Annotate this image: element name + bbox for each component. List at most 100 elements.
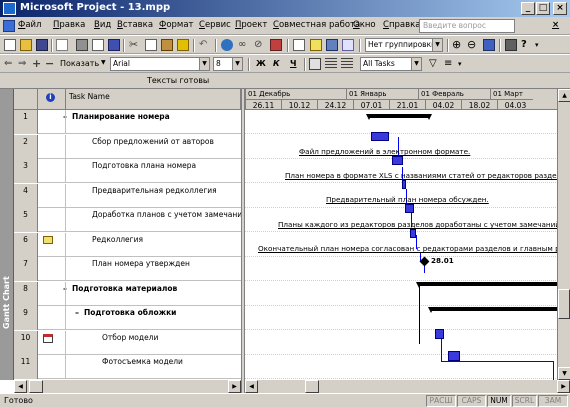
scroll-thumb[interactable] <box>558 289 570 319</box>
row-id[interactable]: 1 <box>14 110 38 134</box>
menu-file[interactable]: Файл <box>18 20 42 30</box>
paste-icon[interactable] <box>161 39 173 51</box>
task-bar[interactable] <box>371 132 389 141</box>
print-preview-icon[interactable] <box>92 39 104 51</box>
table-row[interactable]: 3 Подготовка плана номера <box>14 159 241 183</box>
task-name[interactable]: Предварительная редколлегия <box>92 186 217 195</box>
align-center-icon[interactable] <box>325 58 337 70</box>
row-id[interactable]: 7 <box>14 257 38 281</box>
gantt-wizard-icon[interactable]: ≡ <box>444 58 456 70</box>
entry-field[interactable]: Тексты готовы <box>143 75 568 87</box>
font-size-select[interactable]: 8 ▼ <box>213 57 243 71</box>
table-row[interactable]: 11 Фотосъемка модели <box>14 355 241 379</box>
table-row[interactable]: –8 Подготовка материалов <box>14 281 241 306</box>
bold-button[interactable]: Ж <box>256 59 266 68</box>
italic-button[interactable]: К <box>273 59 280 68</box>
timescale[interactable]: 01 Декабрь 01 Январь 01 Февраль 01 Март … <box>245 89 570 110</box>
row-id[interactable]: 2 <box>14 134 38 159</box>
assign-resources-icon[interactable] <box>326 39 338 51</box>
outdent-icon[interactable]: ⇐ <box>4 58 16 70</box>
menu-view[interactable]: Вид <box>94 20 111 30</box>
maximize-button[interactable]: □ <box>536 2 550 15</box>
toolbar-options-icon[interactable]: ▾ <box>535 39 547 51</box>
save-icon[interactable] <box>36 39 48 51</box>
close-button[interactable]: × <box>553 2 567 15</box>
help-question-input[interactable]: Введите вопрос <box>419 19 515 33</box>
scroll-thumb[interactable] <box>305 380 319 393</box>
indicators-header[interactable]: i <box>38 89 66 110</box>
hyperlink-icon[interactable] <box>221 39 233 51</box>
task-name[interactable]: План номера утвержден <box>92 259 190 268</box>
copy-wizard-icon[interactable] <box>505 39 517 51</box>
row-id[interactable]: 3 <box>14 159 38 183</box>
task-bar[interactable] <box>435 329 444 339</box>
task-name[interactable]: Сбор предложений от авторов <box>92 137 214 146</box>
table-row[interactable]: 10 Отбор модели <box>14 330 241 355</box>
task-bar[interactable] <box>392 156 403 165</box>
scroll-right-icon[interactable]: ▶ <box>557 380 570 393</box>
task-name[interactable]: Подготовка материалов <box>72 284 177 293</box>
table-row[interactable]: – 9 Подготовка обложки <box>14 306 241 330</box>
cut-icon[interactable]: ✂ <box>129 39 141 51</box>
scroll-left-icon[interactable]: ◀ <box>245 380 258 393</box>
scroll-down-icon[interactable]: ▼ <box>558 367 570 380</box>
task-name[interactable]: Отбор модели <box>102 333 158 342</box>
menu-help[interactable]: Справка <box>383 20 420 30</box>
chevron-down-icon[interactable]: ▼ <box>101 59 106 66</box>
toolbar-options-icon[interactable]: ▾ <box>458 58 470 70</box>
unlink-tasks-icon[interactable]: ⊘ <box>254 39 266 51</box>
menu-insert[interactable]: Вставка <box>117 20 153 30</box>
font-select[interactable]: Arial ▼ <box>110 57 210 71</box>
format-painter-icon[interactable] <box>177 39 189 51</box>
print-icon[interactable] <box>76 39 88 51</box>
task-bar[interactable] <box>402 180 406 189</box>
chart-hscrollbar[interactable]: ◀ ▶ <box>245 380 570 393</box>
task-name[interactable]: Планирование номера <box>72 112 170 121</box>
task-notes-icon[interactable] <box>310 39 322 51</box>
spelling-icon[interactable] <box>108 39 120 51</box>
new-icon[interactable] <box>4 39 16 51</box>
align-left-icon[interactable] <box>309 58 321 70</box>
copy-picture-icon[interactable] <box>342 39 354 51</box>
zoom-in-icon[interactable]: ⊕ <box>452 39 464 51</box>
row-id[interactable]: 4 <box>14 183 38 208</box>
task-info-icon[interactable] <box>293 39 305 51</box>
help-icon[interactable]: ? <box>521 39 533 51</box>
undo-icon[interactable]: ↶ <box>199 39 211 51</box>
split-task-icon[interactable] <box>270 39 282 51</box>
select-all-corner[interactable] <box>14 89 38 110</box>
summary-bar[interactable] <box>416 282 570 288</box>
view-bar[interactable]: Gantt Chart <box>0 89 14 380</box>
indent-icon[interactable]: ⇒ <box>18 58 30 70</box>
row-id[interactable]: 5 <box>14 208 38 232</box>
vertical-scrollbar[interactable]: ▲ ▼ <box>557 89 570 380</box>
show-label[interactable]: Показать <box>60 59 99 68</box>
summary-bar[interactable] <box>428 307 570 313</box>
app-icon[interactable] <box>3 2 16 15</box>
task-name[interactable]: Подготовка обложки <box>84 308 176 317</box>
chevron-down-icon[interactable]: ▼ <box>199 58 209 70</box>
summary-bar[interactable] <box>366 114 432 120</box>
table-row[interactable]: 2 Сбор предложений от авторов <box>14 134 241 159</box>
zoom-out-icon[interactable]: ⊖ <box>467 39 479 51</box>
menu-format[interactable]: Формат <box>159 20 194 30</box>
menu-collaborate[interactable]: Совместная работа <box>273 20 360 30</box>
note-icon[interactable] <box>43 235 53 244</box>
chevron-down-icon[interactable]: ▼ <box>432 39 442 51</box>
link-tasks-icon[interactable]: ∞ <box>238 39 250 51</box>
table-row[interactable]: 7 План номера утвержден <box>14 257 241 281</box>
chevron-down-icon[interactable]: ▼ <box>232 58 242 70</box>
scroll-right-icon[interactable]: ▶ <box>228 380 241 393</box>
task-name[interactable]: Доработка планов с учетом замечаний <box>92 210 241 219</box>
task-name-header[interactable]: Task Name <box>66 89 241 110</box>
scroll-left-icon[interactable]: ◀ <box>14 380 27 393</box>
grouping-select[interactable]: Нет группировки ▼ <box>365 38 443 52</box>
task-bar[interactable] <box>410 229 416 238</box>
task-name[interactable]: Редколлегия <box>92 235 143 244</box>
task-name[interactable]: Фотосъемка модели <box>102 357 183 366</box>
copy-icon[interactable] <box>145 39 157 51</box>
doc-close-icon[interactable]: × <box>552 20 559 30</box>
grid-hscrollbar[interactable]: ◀ ▶ <box>14 380 241 393</box>
table-row[interactable]: 4 Предварительная редколлегия <box>14 183 241 208</box>
row-id[interactable]: 8 <box>14 281 38 306</box>
